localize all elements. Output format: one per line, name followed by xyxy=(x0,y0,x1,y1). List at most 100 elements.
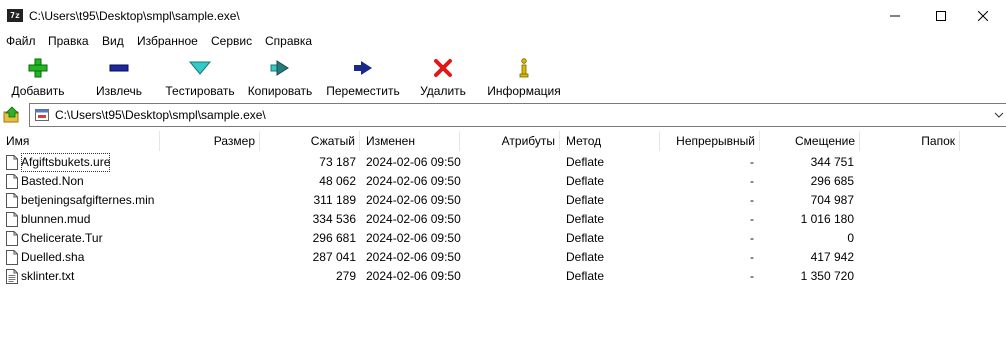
file-modified: 2024-02-06 09:50 xyxy=(366,250,461,264)
table-row[interactable]: Afgiftsbukets.ure 73 187 2024-02-06 09:5… xyxy=(0,153,1006,172)
title-bar: 7z C:\Users\t95\Desktop\smpl\sample.exe\ xyxy=(0,0,1006,31)
file-modified: 2024-02-06 09:50 xyxy=(366,231,461,245)
window-title: C:\Users\t95\Desktop\smpl\sample.exe\ xyxy=(29,9,240,23)
text-file-icon xyxy=(6,269,18,284)
minimize-button[interactable] xyxy=(872,0,918,31)
table-row[interactable]: sklinter.txt 279 2024-02-06 09:50 Deflat… xyxy=(0,267,1006,286)
copy-button[interactable]: Копировать xyxy=(244,54,316,100)
col-modified[interactable]: Изменен xyxy=(360,131,460,151)
close-button[interactable] xyxy=(960,0,1006,31)
copy-label: Копировать xyxy=(247,84,313,98)
col-folders[interactable]: Папок xyxy=(860,131,960,151)
file-packed: 73 187 xyxy=(319,155,356,169)
chevron-down-icon[interactable] xyxy=(994,110,1004,120)
copy-arrow-icon xyxy=(270,60,289,76)
file-modified: 2024-02-06 09:50 xyxy=(366,212,461,226)
file-name: betjeningsafgifternes.min xyxy=(21,193,155,207)
file-offset: 344 751 xyxy=(810,155,854,169)
file-name: Basted.Non xyxy=(21,174,84,188)
delete-button[interactable]: Удалить xyxy=(414,54,472,100)
col-name[interactable]: Имя xyxy=(0,131,160,151)
col-solid[interactable]: Непрерывный xyxy=(660,131,760,151)
file-folders xyxy=(860,210,956,229)
menu-tools[interactable]: Сервис xyxy=(211,34,252,48)
col-offset[interactable]: Смещение xyxy=(760,131,860,151)
file-attributes xyxy=(460,210,556,229)
maximize-button[interactable] xyxy=(918,0,964,31)
file-offset: 1 350 720 xyxy=(800,269,854,283)
file-offset: 1 016 180 xyxy=(800,212,854,226)
move-arrow-icon xyxy=(354,61,372,75)
file-name: Duelled.sha xyxy=(21,250,85,264)
file-size xyxy=(160,248,256,267)
menu-file[interactable]: Файл xyxy=(6,34,36,48)
file-offset: 0 xyxy=(847,231,854,245)
table-row[interactable]: blunnen.mud 334 536 2024-02-06 09:50 Def… xyxy=(0,210,1006,229)
check-arrow-icon xyxy=(189,61,211,75)
file-icon xyxy=(6,250,18,265)
file-attributes xyxy=(460,248,556,267)
file-name: Afgiftsbukets.ure xyxy=(21,153,111,172)
col-method[interactable]: Метод xyxy=(560,131,660,151)
file-method: Deflate xyxy=(566,155,605,169)
app-logo-icon: 7z xyxy=(7,9,23,22)
file-icon xyxy=(6,212,18,227)
file-attributes xyxy=(460,267,556,286)
minimize-icon xyxy=(890,15,900,16)
close-icon xyxy=(978,10,988,21)
file-folders xyxy=(860,248,956,267)
menu-favorites[interactable]: Избранное xyxy=(137,34,198,48)
file-folders xyxy=(860,172,956,191)
col-packed[interactable]: Сжатый xyxy=(260,131,360,151)
file-offset: 704 987 xyxy=(810,193,854,207)
table-row[interactable]: Duelled.sha 287 041 2024-02-06 09:50 Def… xyxy=(0,248,1006,267)
file-modified: 2024-02-06 09:50 xyxy=(366,193,461,207)
file-solid: - xyxy=(750,231,754,245)
file-attributes xyxy=(460,172,556,191)
file-packed: 296 681 xyxy=(312,231,356,245)
file-folders xyxy=(860,153,956,172)
plus-icon xyxy=(28,58,48,78)
path-field[interactable]: C:\Users\t95\Desktop\smpl\sample.exe\ xyxy=(29,103,1006,127)
up-folder-button[interactable] xyxy=(3,106,21,124)
file-method: Deflate xyxy=(566,231,605,245)
col-size[interactable]: Размер xyxy=(160,131,260,151)
address-bar: C:\Users\t95\Desktop\smpl\sample.exe\ xyxy=(0,103,1006,127)
x-icon xyxy=(434,59,452,77)
file-size xyxy=(160,210,256,229)
file-method: Deflate xyxy=(566,269,605,283)
file-solid: - xyxy=(750,174,754,188)
info-button[interactable]: Информация xyxy=(484,54,564,100)
col-attributes[interactable]: Атрибуты xyxy=(460,131,560,151)
menu-view[interactable]: Вид xyxy=(102,34,124,48)
move-label: Переместить xyxy=(326,84,400,98)
file-folders xyxy=(860,229,956,248)
menu-help[interactable]: Справка xyxy=(265,34,312,48)
menu-bar: Файл Правка Вид Избранное Сервис Справка xyxy=(0,31,1006,51)
file-solid: - xyxy=(750,212,754,226)
file-method: Deflate xyxy=(566,250,605,264)
file-size xyxy=(160,191,256,210)
file-modified: 2024-02-06 09:50 xyxy=(366,269,461,283)
menu-edit[interactable]: Правка xyxy=(48,34,89,48)
table-row[interactable]: betjeningsafgifternes.min 311 189 2024-0… xyxy=(0,191,1006,210)
file-offset: 296 685 xyxy=(810,174,854,188)
move-button[interactable]: Переместить xyxy=(324,54,402,100)
file-icon xyxy=(6,155,18,170)
file-name: Chelicerate.Tur xyxy=(21,231,103,245)
table-row[interactable]: Basted.Non 48 062 2024-02-06 09:50 Defla… xyxy=(0,172,1006,191)
table-row[interactable]: Chelicerate.Tur 296 681 2024-02-06 09:50… xyxy=(0,229,1006,248)
file-name: blunnen.mud xyxy=(21,212,91,226)
test-button[interactable]: Тестировать xyxy=(162,54,238,100)
file-method: Deflate xyxy=(566,174,605,188)
file-packed: 48 062 xyxy=(319,174,356,188)
file-modified: 2024-02-06 09:50 xyxy=(366,155,461,169)
add-button[interactable]: Добавить xyxy=(6,54,70,100)
file-solid: - xyxy=(750,155,754,169)
file-size xyxy=(160,267,256,286)
file-solid: - xyxy=(750,269,754,283)
info-icon xyxy=(519,58,529,78)
extract-button[interactable]: Извлечь xyxy=(88,54,150,100)
file-modified: 2024-02-06 09:50 xyxy=(366,174,461,188)
file-packed: 279 xyxy=(335,269,356,283)
